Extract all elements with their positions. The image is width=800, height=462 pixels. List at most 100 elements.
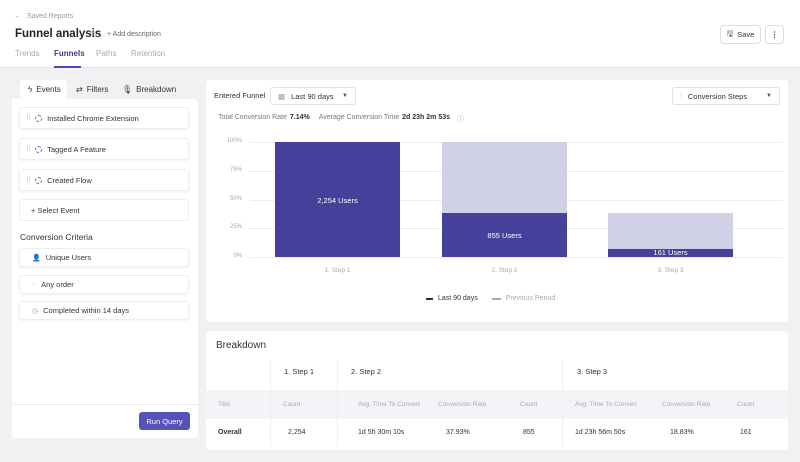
legend-line-dashed bbox=[491, 297, 501, 300]
page-title: Funnel analysis bbox=[15, 28, 102, 40]
clock-icon: ◷ bbox=[32, 307, 39, 315]
bar-label: 2,254 Users bbox=[317, 195, 358, 205]
info-icon[interactable]: ⓘ bbox=[457, 114, 464, 124]
pencil-icon[interactable]: ✎ bbox=[91, 30, 99, 41]
view-value: Conversion Steps bbox=[687, 91, 748, 101]
tab-trends[interactable]: Trends bbox=[15, 49, 40, 58]
add-description-button[interactable]: + Add description bbox=[107, 31, 161, 38]
column-header: Count bbox=[283, 401, 301, 408]
save-icon: 🖫 bbox=[726, 29, 734, 38]
divider bbox=[562, 360, 563, 446]
tab-retention[interactable]: Retention bbox=[131, 49, 165, 58]
y-tick-label: 25% bbox=[229, 224, 242, 231]
criteria-unique-users[interactable]: 👤 Unique Users bbox=[19, 248, 189, 267]
calendar-icon: ▦ bbox=[278, 91, 286, 101]
drag-handle-icon[interactable]: ⠿ bbox=[26, 145, 31, 153]
event-item[interactable]: ⠿ Created Flow bbox=[19, 169, 189, 191]
table-cell: Overall bbox=[218, 429, 242, 436]
lightning-icon: ϟ bbox=[28, 85, 33, 94]
x-tick-label: 2. Step 2 bbox=[491, 267, 518, 274]
chart-legend: Last 90 days Previous Period bbox=[426, 295, 555, 302]
save-button[interactable]: 🖫 Save bbox=[720, 25, 761, 44]
gridline bbox=[250, 257, 783, 258]
table-cell: 2,254 bbox=[288, 429, 306, 436]
table-cell: 855 bbox=[523, 429, 535, 436]
divider bbox=[337, 360, 338, 446]
bar-label: 161 Users bbox=[653, 247, 688, 257]
tab-funnels[interactable]: Funnels bbox=[54, 49, 85, 58]
sidebar-tab-events[interactable]: ϟ Events bbox=[20, 80, 67, 99]
bar-label: 855 Users bbox=[487, 231, 522, 241]
step-header: 3. Step 3 bbox=[577, 367, 608, 376]
date-range-value: Last 90 days bbox=[291, 91, 334, 101]
caret-down-icon: ▼ bbox=[342, 93, 348, 99]
column-header: Count bbox=[737, 401, 755, 408]
avg-time-value: 2d 23h 2m 53s bbox=[402, 114, 451, 121]
tab-label: Events bbox=[36, 85, 61, 94]
drag-handle-icon[interactable]: ⠿ bbox=[26, 114, 31, 122]
event-item[interactable]: ⠿ Installed Chrome Extension bbox=[19, 107, 189, 129]
tab-paths[interactable]: Paths bbox=[96, 49, 116, 58]
table-cell: 18.83% bbox=[670, 429, 694, 436]
legend-label: Last 90 days bbox=[438, 295, 478, 302]
event-label: Created Flow bbox=[47, 175, 92, 185]
arrow-left-icon: ← bbox=[14, 13, 21, 20]
more-vertical-icon: ⋮ bbox=[770, 30, 779, 39]
microphone-icon: 🎙 bbox=[122, 85, 133, 94]
entered-funnel-label: Entered Funnel bbox=[214, 91, 266, 100]
criteria-order[interactable]: ◌ Any order bbox=[19, 275, 189, 294]
summary-stats: Total Conversion Rate 7.14% Average Conve… bbox=[218, 114, 464, 124]
column-header: Conversion Rate bbox=[662, 401, 711, 408]
event-icon bbox=[35, 114, 43, 122]
y-tick-label: 0% bbox=[233, 253, 242, 259]
criteria-window[interactable]: ◷ Completed within 14 days bbox=[19, 301, 189, 320]
back-label: Saved Reports bbox=[27, 13, 74, 20]
more-options-button[interactable]: ⋮ bbox=[765, 25, 784, 44]
shuffle-icon: ◌ bbox=[32, 281, 37, 288]
divider bbox=[12, 404, 198, 405]
page-header: ← Saved Reports Funnel analysis ✎ + Add d… bbox=[0, 0, 800, 68]
criteria-label: Unique Users bbox=[45, 253, 92, 262]
sidebar-tab-breakdown[interactable]: 🎙 Breakdown bbox=[122, 80, 176, 99]
total-rate-label: Total Conversion Rate bbox=[218, 114, 287, 121]
select-event-button[interactable]: + Select Event bbox=[19, 199, 189, 221]
event-label: Tagged A Feature bbox=[47, 144, 106, 154]
step-header: 1. Step 1 bbox=[284, 367, 315, 376]
criteria-label: Any order bbox=[41, 280, 74, 289]
column-header: Count bbox=[520, 401, 538, 408]
event-label: Installed Chrome Extension bbox=[47, 113, 139, 123]
step-header: 2. Step 2 bbox=[351, 367, 382, 376]
table-cell: 37.93% bbox=[446, 429, 470, 436]
event-icon bbox=[35, 176, 43, 184]
save-label: Save bbox=[737, 30, 755, 39]
column-header: Conversion Rate bbox=[438, 401, 487, 408]
y-tick-label: 75% bbox=[229, 166, 242, 173]
breakdown-title: Breakdown bbox=[216, 340, 267, 351]
tab-label: Breakdown bbox=[136, 85, 177, 94]
caret-down-icon: ▼ bbox=[766, 93, 772, 99]
sidebar-tab-filters[interactable]: ⇄ Filters bbox=[76, 80, 108, 99]
view-select[interactable]: ⫶ Conversion Steps ▼ bbox=[672, 87, 780, 105]
avg-time-label: Average Conversion Time bbox=[318, 114, 400, 121]
column-header: Avg. Time To Convert bbox=[575, 401, 637, 408]
legend-item-current[interactable]: Last 90 days bbox=[426, 295, 478, 302]
active-tab-indicator bbox=[54, 66, 81, 68]
legend-line-solid bbox=[426, 297, 433, 300]
bar-chart-icon: ⫶ bbox=[680, 91, 682, 100]
date-range-select[interactable]: ▦ Last 90 days ▼ bbox=[270, 87, 356, 105]
criteria-label: Completed within 14 days bbox=[43, 306, 129, 315]
column-header: Title bbox=[218, 401, 231, 408]
table-cell: 1d 23h 56m 50s bbox=[575, 429, 626, 436]
event-icon bbox=[35, 145, 43, 153]
y-tick-label: 50% bbox=[229, 195, 242, 202]
event-item[interactable]: ⠿ Tagged A Feature bbox=[19, 138, 189, 160]
total-rate-value: 7.14% bbox=[289, 114, 310, 121]
legend-item-previous[interactable]: Previous Period bbox=[491, 295, 555, 302]
sliders-icon: ⇄ bbox=[76, 85, 83, 94]
drag-handle-icon[interactable]: ⠿ bbox=[26, 176, 31, 184]
column-header: Avg. Time To Convert bbox=[358, 401, 420, 408]
back-link[interactable]: ← Saved Reports bbox=[14, 13, 73, 20]
run-query-button[interactable]: Run Query bbox=[139, 412, 190, 430]
x-tick-label: 1. Step 1 bbox=[324, 267, 351, 274]
user-icon: 👤 bbox=[32, 254, 41, 262]
